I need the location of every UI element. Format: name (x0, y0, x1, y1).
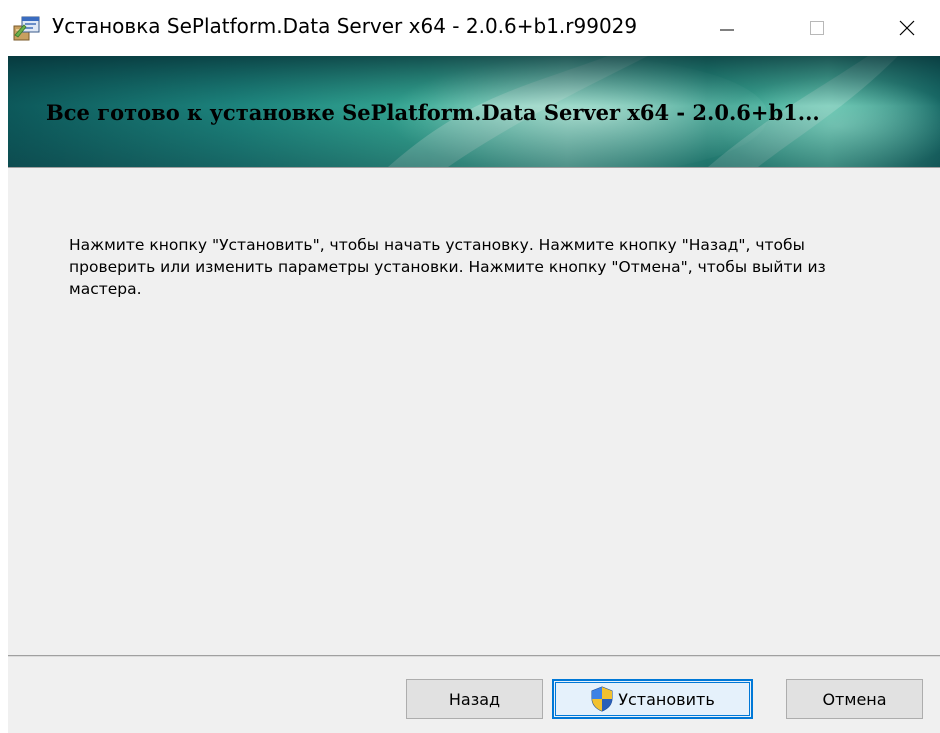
title-bar[interactable]: Установка SePlatform.Data Server x64 - 2… (0, 0, 940, 56)
cancel-button[interactable]: Отмена (786, 679, 923, 719)
button-bar: Назад Установить Отмена (8, 657, 940, 733)
header-banner: Все готово к установке SePlatform.Data S… (8, 56, 940, 167)
maximize-icon (809, 20, 825, 36)
install-button-label: Установить (618, 689, 715, 709)
window-title: Установка SePlatform.Data Server x64 - 2… (52, 14, 638, 38)
maximize-button[interactable] (786, 0, 848, 56)
close-button[interactable] (876, 0, 938, 56)
back-button-label: Назад (448, 689, 501, 709)
back-button[interactable]: Назад (406, 679, 543, 719)
minimize-button[interactable] (696, 0, 758, 56)
installer-package-icon[interactable] (12, 13, 42, 43)
minimize-icon (719, 20, 735, 36)
cancel-button-label: Отмена (822, 689, 887, 709)
banner-title: Все готово к установке SePlatform.Data S… (46, 100, 820, 125)
install-button[interactable]: Установить (552, 679, 753, 719)
installer-window: Установка SePlatform.Data Server x64 - 2… (0, 0, 940, 733)
content-area: Нажмите кнопку "Установить", чтобы начат… (8, 168, 940, 655)
instruction-text: Нажмите кнопку "Установить", чтобы начат… (69, 236, 826, 298)
close-icon (898, 19, 916, 37)
